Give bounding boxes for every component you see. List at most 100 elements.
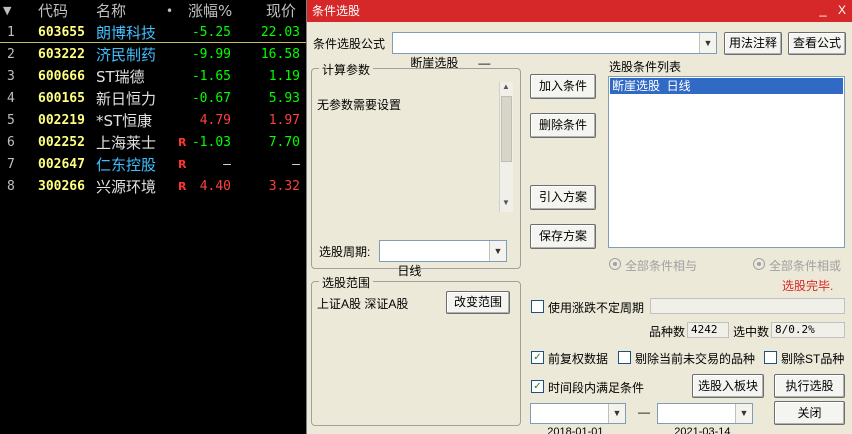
scope-title: 选股范围 bbox=[319, 274, 374, 291]
exclude-st-label: 剔除ST品种 bbox=[781, 352, 845, 366]
row-index: 7 bbox=[7, 157, 15, 172]
table-row[interactable]: 4 600165 新日恒力 -0.67 5.93 bbox=[0, 88, 306, 110]
exclude-st-checkbox[interactable] bbox=[764, 351, 777, 364]
stock-count-label: 品种数 bbox=[649, 325, 686, 339]
stock-name: 朗博科技 bbox=[96, 24, 157, 42]
current-price: 1.19 bbox=[268, 69, 300, 84]
scope-value: 上证A股 深证A股 bbox=[317, 297, 409, 311]
header-change[interactable]: 涨幅% bbox=[188, 0, 232, 22]
radio-or-label: 全部条件相或 bbox=[769, 259, 842, 273]
calc-params-title: 计算参数 bbox=[319, 61, 374, 78]
close-icon[interactable]: X bbox=[834, 2, 850, 18]
time-period-checkbox[interactable]: ✓ bbox=[531, 380, 544, 393]
scroll-up-icon[interactable]: ▲ bbox=[502, 82, 510, 91]
stock-code: 600165 bbox=[38, 91, 85, 106]
sort-arrow-icon[interactable]: ▼ bbox=[3, 0, 11, 22]
row-index: 4 bbox=[7, 91, 15, 106]
add-to-board-button[interactable]: 选股入板块 bbox=[692, 374, 764, 398]
margin-flag: R bbox=[178, 180, 187, 193]
row-index: 5 bbox=[7, 113, 15, 128]
margin-flag: R bbox=[178, 158, 187, 171]
list-item[interactable]: 断崖选股 日线 bbox=[610, 78, 843, 94]
time-period-label: 时间段内满足条件 bbox=[548, 381, 645, 395]
radio-or[interactable] bbox=[753, 258, 765, 270]
stock-name: 仁东控股 bbox=[96, 156, 157, 174]
stock-count-value: 4242 bbox=[687, 322, 729, 338]
delete-condition-button[interactable]: 删除条件 bbox=[530, 113, 596, 138]
change-percent: -1.65 bbox=[191, 69, 231, 84]
usage-notes-button[interactable]: 用法注释 bbox=[724, 32, 782, 55]
table-row[interactable]: 7 002647 仁东控股 R — — bbox=[0, 154, 306, 176]
exclude-untraded-label: 剔除当前未交易的品种 bbox=[635, 352, 756, 366]
change-percent: — bbox=[223, 157, 231, 172]
import-scheme-button[interactable]: 引入方案 bbox=[530, 185, 596, 210]
chevron-down-icon[interactable]: ▼ bbox=[489, 241, 506, 261]
current-price: 16.58 bbox=[260, 47, 300, 62]
current-price: 3.32 bbox=[268, 179, 300, 194]
var-period-field[interactable] bbox=[650, 298, 845, 314]
period-select[interactable]: 日线 ▼ bbox=[379, 240, 507, 278]
chevron-down-icon[interactable]: ▼ bbox=[608, 404, 625, 423]
use-var-period-checkbox[interactable] bbox=[531, 300, 544, 313]
selected-row-underline bbox=[0, 42, 306, 43]
formula-label: 条件选股公式 bbox=[313, 37, 386, 51]
table-row[interactable]: 5 002219 *ST恒康 4.79 1.97 bbox=[0, 110, 306, 132]
hit-count-label: 选中数 bbox=[733, 325, 770, 339]
formula-select[interactable]: 断崖选股 — ▼ bbox=[392, 32, 717, 70]
header-price[interactable]: 现价 bbox=[266, 0, 296, 22]
current-price: — bbox=[292, 157, 300, 172]
change-percent: 4.79 bbox=[199, 113, 231, 128]
stock-code: 600666 bbox=[38, 69, 85, 84]
condition-list-label: 选股条件列表 bbox=[609, 60, 682, 74]
save-scheme-button[interactable]: 保存方案 bbox=[530, 224, 596, 249]
close-dialog-button[interactable]: 关闭 bbox=[774, 401, 845, 425]
table-row[interactable]: 6 002252 上海莱士 R -1.03 7.70 bbox=[0, 132, 306, 154]
dialog-title: 条件选股 bbox=[312, 4, 361, 18]
stock-name: 上海莱士 bbox=[96, 134, 157, 152]
table-row[interactable]: 8 300266 兴源环境 R 4.40 3.32 bbox=[0, 176, 306, 198]
current-price: 22.03 bbox=[260, 25, 300, 40]
change-scope-button[interactable]: 改变范围 bbox=[446, 291, 510, 314]
use-var-period-label: 使用涨跌不定周期 bbox=[548, 301, 645, 315]
scroll-down-icon[interactable]: ▼ bbox=[502, 198, 510, 207]
params-scrollbar[interactable]: ▲ ▼ bbox=[499, 82, 513, 212]
header-code[interactable]: 代码 bbox=[38, 0, 68, 22]
change-percent: -9.99 bbox=[191, 47, 231, 62]
stock-name: 兴源环境 bbox=[96, 178, 157, 196]
stock-name: *ST恒康 bbox=[96, 112, 153, 130]
radio-and[interactable] bbox=[609, 258, 621, 270]
end-date-value: 2021-03-14 bbox=[674, 426, 731, 434]
end-date-picker[interactable]: 2021-03-14 ▼ bbox=[657, 403, 753, 434]
run-selection-button[interactable]: 执行选股 bbox=[774, 374, 845, 398]
stock-code: 300266 bbox=[38, 179, 85, 194]
current-price: 7.70 bbox=[268, 135, 300, 150]
chevron-down-icon[interactable]: ▼ bbox=[699, 33, 716, 53]
table-row[interactable]: 1 603655 朗博科技 -5.25 22.03 bbox=[0, 22, 306, 44]
header-name[interactable]: 名称 bbox=[96, 0, 126, 22]
view-formula-button[interactable]: 查看公式 bbox=[788, 32, 846, 55]
no-params-text: 无参数需要设置 bbox=[317, 98, 402, 112]
stock-name: 济民制药 bbox=[96, 46, 157, 64]
scroll-thumb[interactable] bbox=[501, 96, 512, 162]
minimize-button[interactable]: _ bbox=[815, 2, 831, 18]
row-index: 3 bbox=[7, 69, 15, 84]
start-date-picker[interactable]: 2018-01-01 ▼ bbox=[530, 403, 626, 434]
dialog-titlebar[interactable]: 条件选股 bbox=[307, 0, 852, 22]
chevron-down-icon[interactable]: ▼ bbox=[735, 404, 752, 423]
prior-adjust-label: 前复权数据 bbox=[548, 352, 609, 366]
start-date-value: 2018-01-01 bbox=[547, 426, 604, 434]
stock-code: 603222 bbox=[38, 47, 85, 62]
stock-name: ST瑞德 bbox=[96, 68, 145, 86]
stock-code: 603655 bbox=[38, 25, 85, 40]
add-condition-button[interactable]: 加入条件 bbox=[530, 74, 596, 99]
exclude-untraded-checkbox[interactable] bbox=[618, 351, 631, 364]
condition-list[interactable]: 断崖选股 日线 bbox=[608, 76, 845, 248]
status-text: 选股完毕. bbox=[782, 279, 834, 293]
prior-adjust-checkbox[interactable]: ✓ bbox=[531, 351, 544, 364]
date-separator: — bbox=[638, 405, 650, 419]
row-index: 2 bbox=[7, 47, 15, 62]
current-price: 1.97 bbox=[268, 113, 300, 128]
table-row[interactable]: 2 603222 济民制药 -9.99 16.58 bbox=[0, 44, 306, 66]
change-percent: 4.40 bbox=[199, 179, 231, 194]
table-row[interactable]: 3 600666 ST瑞德 -1.65 1.19 bbox=[0, 66, 306, 88]
